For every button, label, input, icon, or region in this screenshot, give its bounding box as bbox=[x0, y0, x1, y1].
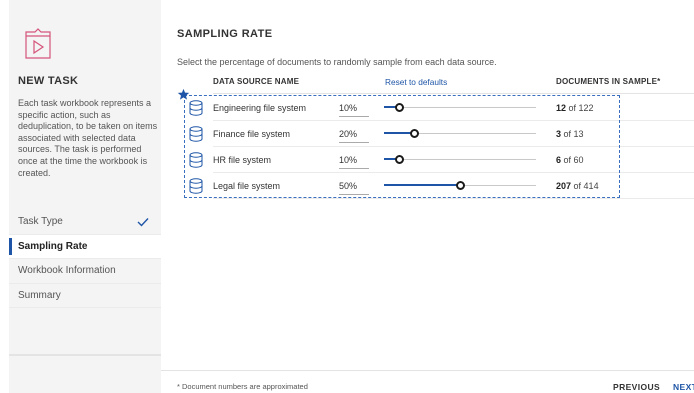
step-nav: Task Type Sampling Rate Workbook Informa… bbox=[9, 210, 161, 308]
header-divider bbox=[213, 93, 694, 94]
documents-count: 6 of 60 bbox=[556, 155, 584, 165]
table-row: Engineering file system 10% 12 of 122 bbox=[186, 95, 694, 121]
step-summary[interactable]: Summary bbox=[9, 284, 161, 308]
step-label: Workbook Information bbox=[18, 265, 116, 276]
step-label: Summary bbox=[18, 289, 61, 301]
database-icon bbox=[189, 100, 203, 116]
sampled-count: 3 bbox=[556, 129, 562, 139]
table-row: Legal file system 50% 207 of 414 bbox=[186, 173, 694, 199]
total-count: of 122 bbox=[568, 103, 594, 113]
sampled-count: 6 bbox=[556, 155, 562, 165]
sampling-slider[interactable] bbox=[384, 181, 536, 190]
instruction-text: Select the percentage of documents to ra… bbox=[177, 57, 497, 67]
task-sidebar: NEW TASK Each task workbook represents a… bbox=[9, 0, 161, 393]
table-row: Finance file system 20% 3 of 13 bbox=[186, 121, 694, 147]
documents-count: 3 of 13 bbox=[556, 129, 584, 139]
total-count: of 13 bbox=[563, 129, 584, 139]
data-source-name: Legal file system bbox=[213, 181, 281, 191]
database-icon bbox=[189, 126, 203, 142]
step-label: Sampling Rate bbox=[18, 240, 88, 252]
sidebar-divider bbox=[9, 354, 161, 356]
data-source-name: Finance file system bbox=[213, 129, 291, 139]
sampling-slider[interactable] bbox=[384, 155, 536, 164]
star-icon bbox=[177, 88, 190, 100]
documents-count: 12 of 122 bbox=[556, 103, 594, 113]
database-icon bbox=[189, 178, 203, 194]
sidebar-description: Each task workbook represents a specific… bbox=[18, 98, 158, 178]
percent-input[interactable]: 10% bbox=[339, 103, 369, 117]
sampled-count: 12 bbox=[556, 103, 567, 113]
slider-handle[interactable] bbox=[395, 155, 405, 164]
workbook-play-icon bbox=[25, 28, 51, 59]
sampling-slider[interactable] bbox=[384, 103, 536, 112]
column-header-documents: DOCUMENTS IN SAMPLE* bbox=[556, 77, 661, 86]
slider-handle[interactable] bbox=[456, 181, 465, 190]
sidebar-heading: NEW TASK bbox=[18, 75, 79, 87]
table-row: HR file system 10% 6 of 60 bbox=[186, 147, 694, 173]
next-button[interactable]: NEXT bbox=[673, 382, 694, 392]
column-header-name: DATA SOURCE NAME bbox=[213, 77, 300, 86]
percent-input[interactable]: 10% bbox=[339, 155, 369, 169]
total-count: of 60 bbox=[563, 155, 584, 165]
step-label: Task Type bbox=[18, 216, 63, 227]
total-count: of 414 bbox=[573, 181, 599, 191]
data-source-name: Engineering file system bbox=[213, 103, 307, 113]
checkmark-icon bbox=[137, 218, 149, 227]
footnote: * Document numbers are approximated bbox=[177, 382, 308, 391]
page-title: SAMPLING RATE bbox=[177, 28, 273, 40]
data-source-name: HR file system bbox=[213, 155, 272, 165]
row-divider bbox=[213, 198, 694, 199]
sampling-slider[interactable] bbox=[384, 129, 536, 138]
documents-count: 207 of 414 bbox=[556, 181, 599, 191]
step-sampling-rate[interactable]: Sampling Rate bbox=[9, 234, 161, 259]
slider-handle[interactable] bbox=[410, 129, 420, 138]
sampled-count: 207 bbox=[556, 181, 572, 191]
step-task-type[interactable]: Task Type bbox=[9, 210, 161, 235]
step-workbook-information[interactable]: Workbook Information bbox=[9, 259, 161, 284]
database-icon bbox=[189, 152, 203, 168]
percent-input[interactable]: 20% bbox=[339, 129, 369, 143]
slider-fill bbox=[384, 184, 460, 186]
percent-input[interactable]: 50% bbox=[339, 181, 369, 195]
reset-defaults-link[interactable]: Reset to defaults bbox=[385, 77, 447, 87]
previous-button[interactable]: PREVIOUS bbox=[613, 382, 660, 392]
footer-divider bbox=[161, 370, 694, 371]
slider-handle[interactable] bbox=[395, 103, 405, 112]
